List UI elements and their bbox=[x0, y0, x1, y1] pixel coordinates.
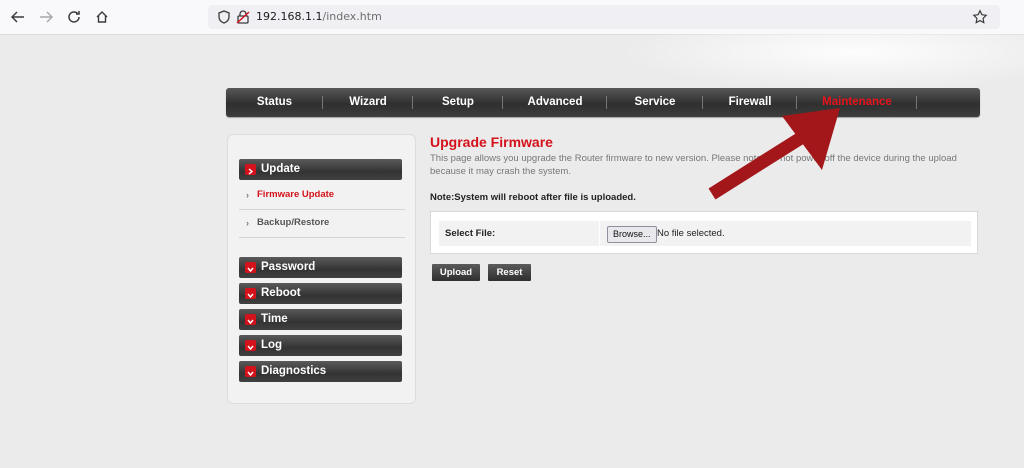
sidebar-divider bbox=[239, 237, 405, 238]
reset-button[interactable]: Reset bbox=[488, 264, 531, 281]
chevron-down-icon bbox=[245, 262, 256, 273]
file-status-text: No file selected. bbox=[657, 228, 725, 239]
cell-divider bbox=[599, 221, 600, 246]
file-select-row: Select File: Browse... No file selected. bbox=[439, 221, 971, 246]
sidebar-section-label: Update bbox=[261, 163, 300, 175]
sidebar-section-label: Reboot bbox=[261, 287, 301, 299]
sidebar-section-label: Diagnostics bbox=[261, 365, 327, 377]
sidebar-section-password[interactable]: Password bbox=[239, 257, 402, 278]
file-select-panel: Select File: Browse... No file selected. bbox=[430, 211, 978, 254]
sidebar-section-reboot[interactable]: Reboot bbox=[239, 283, 402, 304]
sidebar-section-log[interactable]: Log bbox=[239, 335, 402, 356]
nav-status[interactable]: Status bbox=[226, 88, 323, 117]
nav-service[interactable]: Service bbox=[607, 88, 703, 117]
chevron-down-icon bbox=[245, 288, 256, 299]
sidebar: Update › Firmware Update › Backup/Restor… bbox=[227, 134, 416, 404]
reload-icon[interactable] bbox=[64, 7, 84, 27]
bullet-chevron-icon: › bbox=[246, 190, 249, 200]
sidebar-item-label: Firmware Update bbox=[257, 189, 335, 200]
forward-arrow-icon[interactable] bbox=[36, 7, 56, 27]
back-arrow-icon[interactable] bbox=[8, 7, 28, 27]
bullet-chevron-icon: › bbox=[246, 218, 249, 228]
insecure-lock-icon[interactable] bbox=[235, 9, 251, 25]
browser-toolbar: 192.168.1.1/index.htm bbox=[0, 0, 1024, 35]
address-bar[interactable]: 192.168.1.1/index.htm bbox=[208, 5, 1000, 29]
sidebar-item-label: Backup/Restore bbox=[257, 217, 330, 228]
sidebar-section-time[interactable]: Time bbox=[239, 309, 402, 330]
reboot-note: Note:System will reboot after file is up… bbox=[430, 192, 636, 203]
page-title: Upgrade Firmware bbox=[430, 134, 553, 150]
header-sheen bbox=[600, 34, 1024, 94]
sidebar-divider bbox=[239, 209, 405, 210]
nav-advanced[interactable]: Advanced bbox=[503, 88, 607, 117]
browse-button[interactable]: Browse... bbox=[607, 226, 657, 243]
upload-button[interactable]: Upload bbox=[432, 264, 480, 281]
shield-icon[interactable] bbox=[216, 9, 232, 25]
chevron-down-icon bbox=[245, 314, 256, 325]
sidebar-item-backup-restore[interactable]: › Backup/Restore bbox=[239, 211, 405, 235]
annotation-arrow-icon bbox=[708, 108, 840, 200]
sidebar-section-label: Time bbox=[261, 313, 288, 325]
url-path: /index.htm bbox=[322, 10, 382, 23]
nav-wizard[interactable]: Wizard bbox=[323, 88, 413, 117]
url-host: 192.168.1.1 bbox=[256, 10, 323, 23]
sidebar-item-firmware-update[interactable]: › Firmware Update bbox=[239, 183, 405, 207]
chevron-right-icon bbox=[245, 164, 256, 175]
chevron-down-icon bbox=[245, 340, 256, 351]
select-file-label: Select File: bbox=[445, 228, 496, 239]
url-text[interactable]: 192.168.1.1/index.htm bbox=[256, 10, 382, 23]
home-icon[interactable] bbox=[92, 7, 112, 27]
bookmark-star-icon[interactable] bbox=[972, 9, 988, 25]
sidebar-section-update[interactable]: Update bbox=[239, 159, 402, 180]
sidebar-section-label: Log bbox=[261, 339, 283, 351]
sidebar-section-label: Password bbox=[261, 261, 316, 273]
sidebar-section-diagnostics[interactable]: Diagnostics bbox=[239, 361, 402, 382]
chevron-down-icon bbox=[245, 366, 256, 377]
nav-setup[interactable]: Setup bbox=[413, 88, 503, 117]
